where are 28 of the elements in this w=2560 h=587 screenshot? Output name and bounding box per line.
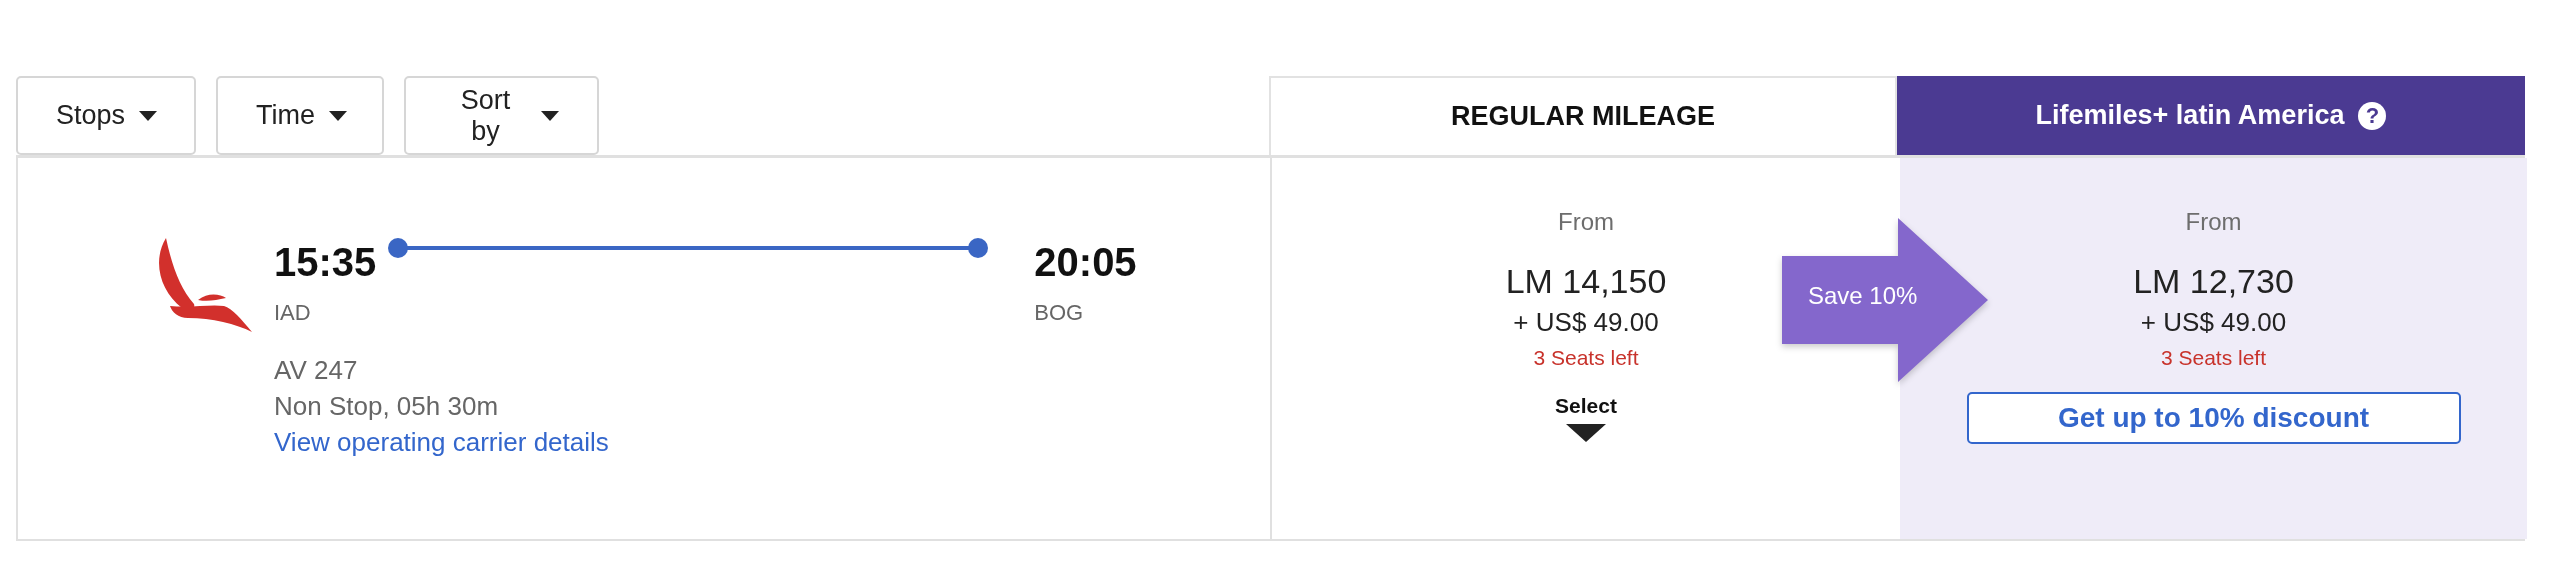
help-icon[interactable]: ? <box>2358 101 2387 130</box>
miles-price: LM 12,730 <box>2133 262 2294 301</box>
select-button[interactable]: Select <box>1555 394 1617 442</box>
discount-button[interactable]: Get up to 10% discount <box>1966 392 2461 444</box>
caret-icon <box>1566 424 1606 442</box>
tax-amount: + US$ 49.00 <box>1513 307 1659 338</box>
seats-left: 3 Seats left <box>1533 346 1639 370</box>
header-title: Lifemiles+ latin America <box>2035 100 2345 131</box>
caret-icon <box>329 110 347 121</box>
miles-price: LM 14,150 <box>1505 262 1667 301</box>
savings-label: Save 10% <box>1808 282 1918 310</box>
seats-left: 3 Seats left <box>2160 346 2267 370</box>
from-label: From <box>2185 208 2242 236</box>
tax-amount: + US$ 49.00 <box>2140 307 2287 338</box>
from-label: From <box>1558 208 1614 236</box>
filter-dropdown[interactable]: Time <box>216 76 384 155</box>
caret-icon <box>139 110 158 121</box>
header-title: REGULAR MILEAGE <box>1451 101 1715 132</box>
carrier-details-link[interactable]: View operating carrier details <box>274 424 1137 460</box>
caret-icon <box>541 110 559 121</box>
airport-code: IAD <box>274 300 312 326</box>
airport-code: BOG <box>1034 300 1085 326</box>
departure-time: 15:35 <box>274 239 377 286</box>
flight-number: AV 247 <box>274 354 359 387</box>
filter-dropdown[interactable]: Stops <box>16 76 196 155</box>
flight-duration: Non Stop, 05h 30m <box>274 390 500 423</box>
arrival-time: 20:05 <box>1034 239 1137 286</box>
filter-dropdown[interactable]: Sort by <box>404 76 599 155</box>
